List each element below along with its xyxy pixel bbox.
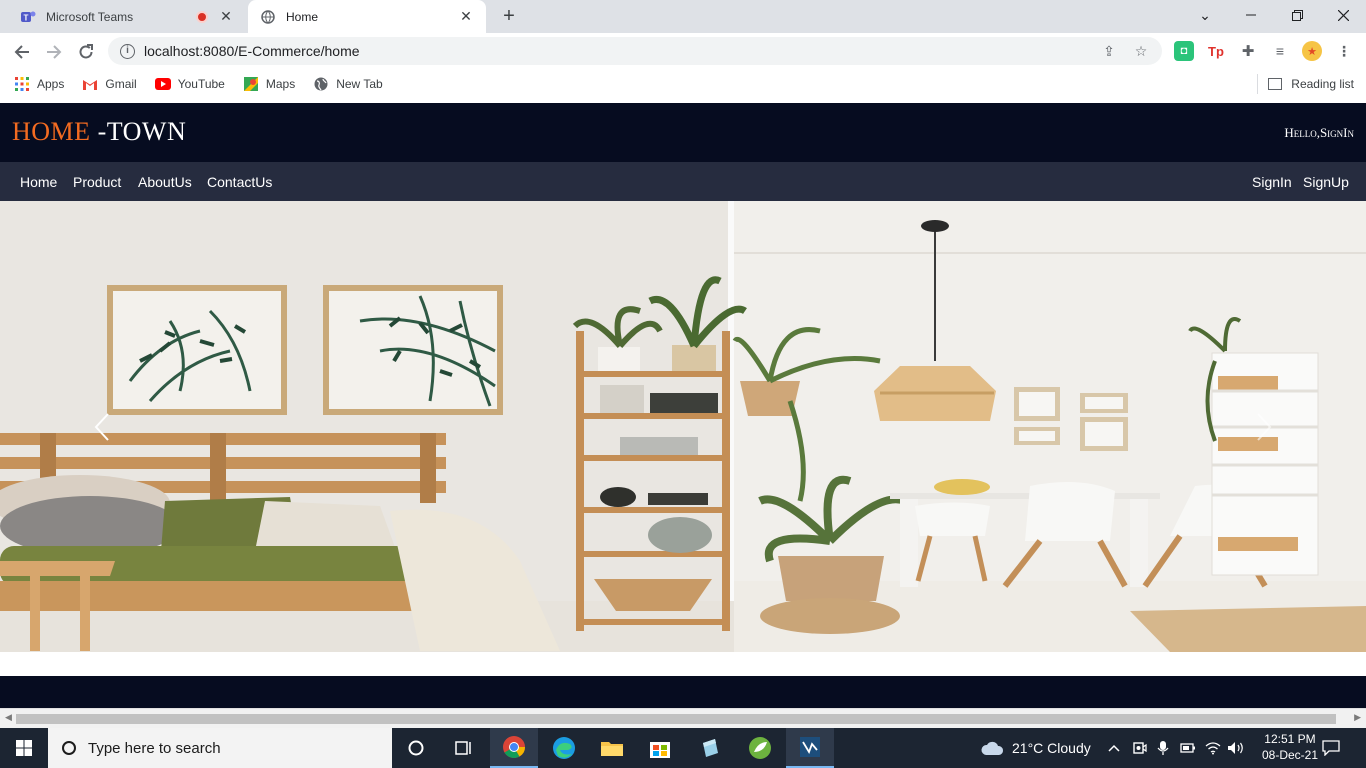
notes-app-icon[interactable] bbox=[686, 728, 734, 768]
wifi-icon[interactable] bbox=[1205, 728, 1221, 768]
minimize-icon[interactable] bbox=[1228, 0, 1274, 30]
notifications-icon[interactable] bbox=[1322, 728, 1340, 768]
bookmark-youtube[interactable]: YouTube bbox=[154, 76, 225, 92]
bookmark-label: YouTube bbox=[177, 77, 225, 91]
tab-title: Microsoft Teams bbox=[46, 9, 134, 24]
globe-icon bbox=[313, 76, 329, 92]
mysql-workbench-icon[interactable] bbox=[786, 728, 834, 768]
bookmark-label: New Tab bbox=[336, 77, 383, 91]
reading-list-icon bbox=[1268, 78, 1283, 90]
bookmark-label: Maps bbox=[265, 77, 296, 91]
clock-time: 12:51 PM bbox=[1264, 732, 1316, 746]
search-placeholder: Type here to search bbox=[88, 739, 221, 757]
taskbar-search-box[interactable]: Type here to search bbox=[48, 728, 392, 768]
extension-green-icon[interactable]: ◘ bbox=[1174, 41, 1194, 61]
file-explorer-icon[interactable] bbox=[588, 728, 636, 768]
chrome-taskbar-icon[interactable] bbox=[490, 728, 538, 768]
bookmark-star-icon[interactable]: ☆ bbox=[1130, 43, 1152, 60]
scroll-left-icon[interactable]: ◀ bbox=[5, 712, 12, 723]
scroll-right-icon[interactable]: ▶ bbox=[1354, 712, 1361, 723]
nav-about-us[interactable]: AboutUs bbox=[138, 174, 192, 190]
site-info-icon[interactable]: i bbox=[120, 43, 135, 59]
windows-taskbar: Type here to search 21°C Cloudy 12:51 PM… bbox=[0, 728, 1366, 768]
tab-title: Home bbox=[286, 9, 319, 24]
nav-contact-us[interactable]: ContactUs bbox=[207, 174, 272, 190]
back-icon[interactable] bbox=[9, 39, 35, 65]
close-tab-icon[interactable]: ✕ bbox=[218, 8, 234, 25]
taskbar-clock[interactable]: 12:51 PM 08-Dec-21 bbox=[1262, 731, 1318, 763]
nav-sign-in[interactable]: SignIn bbox=[1252, 174, 1292, 190]
bookmark-new-tab[interactable]: New Tab bbox=[313, 76, 383, 92]
bookmark-gmail[interactable]: Gmail bbox=[82, 76, 137, 92]
teams-icon: T bbox=[20, 9, 36, 25]
battery-icon[interactable] bbox=[1180, 728, 1196, 768]
show-hidden-icons[interactable] bbox=[1108, 728, 1120, 768]
nav-home[interactable]: Home bbox=[20, 174, 57, 190]
weather-text: 21°C Cloudy bbox=[1012, 740, 1091, 756]
task-view-icon[interactable] bbox=[440, 728, 488, 768]
reading-list-button[interactable]: Reading list bbox=[1257, 74, 1354, 94]
meet-now-icon[interactable] bbox=[1133, 728, 1147, 768]
microphone-icon[interactable] bbox=[1157, 728, 1169, 768]
bookmark-label: Apps bbox=[37, 77, 65, 91]
globe-icon bbox=[260, 9, 276, 25]
nav-sign-up[interactable]: SignUp bbox=[1303, 174, 1349, 190]
microsoft-store-icon[interactable] bbox=[636, 728, 684, 768]
tab-home[interactable]: Home ✕ bbox=[248, 0, 486, 33]
site-logo[interactable]: HOME -TOWN bbox=[12, 117, 186, 147]
site-header: HOME -TOWN Hello,SignIn bbox=[0, 103, 1366, 162]
search-icon bbox=[62, 741, 76, 755]
reload-icon[interactable] bbox=[73, 39, 99, 65]
horizontal-scrollbar[interactable]: ◀ ▶ bbox=[0, 708, 1366, 728]
logo-home-text: HOME bbox=[12, 117, 91, 146]
windows-logo-icon bbox=[16, 740, 32, 756]
bookmarks-bar: Apps Gmail YouTube Maps New Tab Reading … bbox=[0, 70, 1366, 98]
restore-icon[interactable] bbox=[1274, 0, 1320, 30]
hero-carousel[interactable] bbox=[0, 201, 1366, 652]
chevron-up-icon bbox=[1108, 744, 1120, 752]
menu-kebab-icon[interactable]: ⋮ bbox=[1334, 41, 1354, 61]
weather-widget[interactable]: 21°C Cloudy bbox=[980, 728, 1091, 768]
main-nav: Home Product AboutUs ContactUs SignIn Si… bbox=[0, 162, 1366, 201]
close-tab-icon[interactable]: ✕ bbox=[458, 8, 474, 25]
maps-icon bbox=[243, 76, 259, 92]
forward-icon[interactable] bbox=[41, 39, 67, 65]
gmail-icon bbox=[82, 76, 98, 92]
apps-grid-icon bbox=[14, 76, 30, 92]
scrollbar-thumb[interactable] bbox=[16, 714, 1336, 724]
site-footer bbox=[0, 676, 1366, 708]
cloud-icon bbox=[981, 741, 1004, 755]
share-icon[interactable]: ⇪ bbox=[1098, 43, 1120, 60]
logo-town-text: -TOWN bbox=[90, 117, 187, 146]
close-window-icon[interactable] bbox=[1320, 0, 1366, 30]
address-bar[interactable]: i localhost:8080/E-Commerce/home ⇪ ☆ bbox=[108, 37, 1162, 65]
profile-avatar[interactable]: ★ bbox=[1302, 41, 1322, 61]
cortana-icon[interactable] bbox=[392, 728, 440, 768]
bookmark-label: Gmail bbox=[105, 77, 137, 91]
new-tab-button[interactable]: + bbox=[498, 6, 520, 28]
svg-text:T: T bbox=[24, 13, 29, 22]
media-control-icon[interactable]: ≡ bbox=[1270, 41, 1290, 61]
extension-tp-icon[interactable]: Tp bbox=[1206, 41, 1226, 61]
reading-list-label: Reading list bbox=[1291, 77, 1354, 91]
url-text: localhost:8080/E-Commerce/home bbox=[144, 43, 360, 59]
youtube-icon bbox=[154, 76, 171, 92]
web-page: HOME -TOWN Hello,SignIn Home Product Abo… bbox=[0, 103, 1366, 708]
bookmark-maps[interactable]: Maps bbox=[243, 76, 295, 92]
nav-product[interactable]: Product bbox=[73, 174, 121, 190]
windows-start-button[interactable] bbox=[0, 728, 48, 768]
edge-taskbar-icon[interactable] bbox=[540, 728, 588, 768]
volume-icon[interactable] bbox=[1227, 728, 1245, 768]
tab-microsoft-teams[interactable]: T Microsoft Teams ✕ bbox=[8, 0, 246, 33]
browser-toolbar: i localhost:8080/E-Commerce/home ⇪ ☆ ◘ T… bbox=[0, 33, 1366, 70]
greeting-text: Hello,SignIn bbox=[1284, 125, 1354, 140]
extensions-puzzle-icon[interactable]: ✚ bbox=[1238, 41, 1258, 61]
recording-icon bbox=[196, 10, 208, 23]
tab-search-icon[interactable]: ⌄ bbox=[1182, 0, 1228, 30]
bookmark-apps[interactable]: Apps bbox=[14, 76, 64, 92]
living-room-photo bbox=[0, 201, 1366, 652]
spring-tool-icon[interactable] bbox=[736, 728, 784, 768]
browser-tab-strip: T Microsoft Teams ✕ Home ✕ + ⌄ bbox=[0, 0, 1366, 33]
clock-date: 08-Dec-21 bbox=[1261, 748, 1318, 762]
